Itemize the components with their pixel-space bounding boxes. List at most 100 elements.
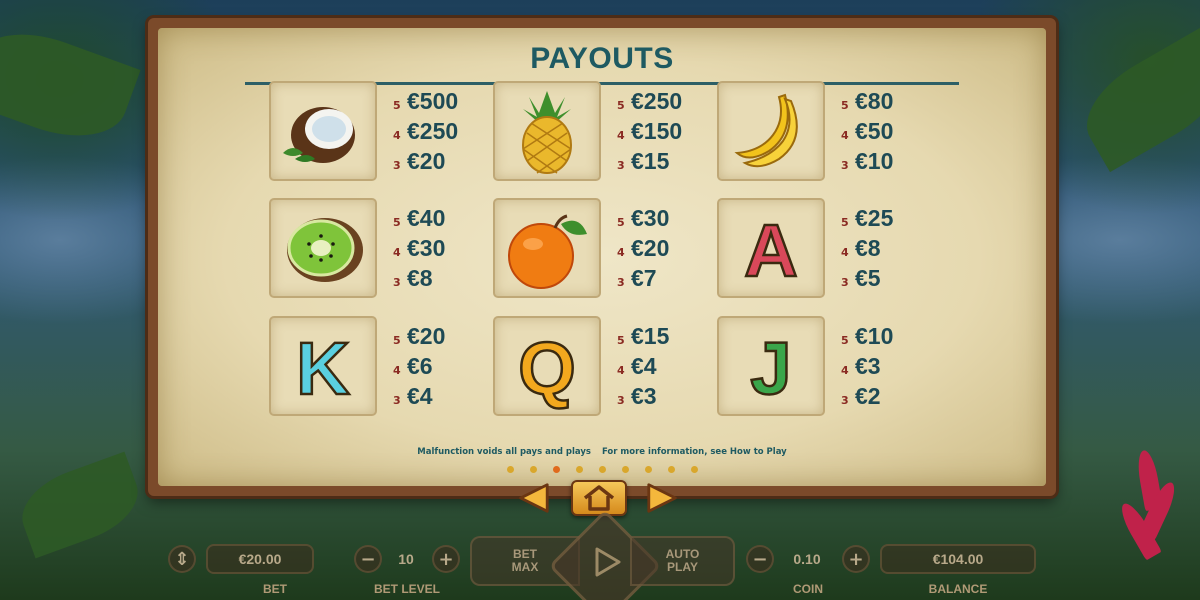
payout-row: 4 €6 — [393, 353, 483, 383]
payout-row: 3 €7 — [617, 265, 707, 295]
match-count: 4 — [393, 129, 401, 142]
match-count: 3 — [617, 276, 625, 289]
match-count: 5 — [617, 334, 625, 347]
page-dot[interactable] — [667, 466, 675, 473]
payout-row: 5 €40 — [393, 205, 483, 235]
malfunction-text: Malfunction voids all pays and plays — [417, 447, 591, 457]
arrow-left-icon — [519, 483, 549, 513]
symbol-tile: K — [271, 318, 375, 414]
coin-label: COIN — [793, 582, 823, 596]
match-count: 3 — [393, 394, 401, 407]
coin-minus-button[interactable]: − — [746, 545, 774, 573]
payout-value: €3 — [855, 353, 881, 379]
home-icon — [583, 485, 615, 511]
home-button[interactable] — [571, 480, 627, 516]
payout-row: 4 €20 — [617, 235, 707, 265]
control-bar: ⇕ €20.00 BET − 10 + BET LEVEL BET MAX AU… — [0, 509, 1200, 600]
match-count: 4 — [393, 246, 401, 259]
payout-row: 5 €25 — [841, 205, 931, 235]
orange-icon — [508, 214, 587, 289]
payout-value: €25 — [855, 205, 894, 231]
auto-play-button[interactable]: AUTO PLAY — [630, 536, 735, 586]
payout-list: 5 €30 4 €20 3 €7 — [617, 205, 707, 295]
payout-value: €20 — [631, 235, 670, 261]
payout-row: 3 €15 — [617, 148, 707, 178]
match-count: 5 — [393, 334, 401, 347]
payout-value: €8 — [855, 235, 881, 261]
page-dot[interactable] — [690, 466, 698, 473]
match-count: 3 — [841, 159, 849, 172]
payout-row: 3 €4 — [393, 383, 483, 413]
payout-row: 5 €15 — [617, 323, 707, 353]
balance-label: BALANCE — [928, 582, 988, 596]
letter-k-icon: K — [295, 326, 351, 412]
match-count: 4 — [841, 246, 849, 259]
payout-value: €500 — [407, 88, 459, 114]
match-count: 4 — [617, 246, 625, 259]
payout-value: €4 — [631, 353, 657, 379]
page-dot[interactable] — [644, 466, 652, 473]
page-indicator — [158, 466, 1046, 473]
payout-row: 5 €500 — [393, 88, 483, 118]
symbol-tile — [495, 83, 599, 179]
payout-value: €15 — [631, 323, 670, 349]
page-dot[interactable] — [529, 466, 537, 473]
match-count: 5 — [841, 99, 849, 112]
payout-list: 5 €250 4 €150 3 €15 — [617, 88, 707, 178]
bet-level-label: BET LEVEL — [373, 582, 440, 596]
page-title: PAYOUTS — [530, 42, 674, 75]
payout-value: €20 — [407, 323, 446, 349]
payout-row: 4 €4 — [617, 353, 707, 383]
page-dot[interactable] — [621, 466, 629, 473]
symbol-tile: A — [719, 200, 823, 296]
bet-level-display: 10 — [398, 551, 414, 567]
page-dot[interactable] — [552, 466, 560, 473]
page-dot[interactable] — [575, 466, 583, 473]
payout-row: 4 €30 — [393, 235, 483, 265]
balance-display: €104.00 — [880, 544, 1036, 574]
payout-row: 5 €80 — [841, 88, 931, 118]
payout-row: 4 €250 — [393, 118, 483, 148]
banana-icon — [734, 93, 798, 168]
payout-list: 5 €20 4 €6 3 €4 — [393, 323, 483, 413]
match-count: 4 — [393, 364, 401, 377]
prev-page-button[interactable] — [515, 480, 551, 516]
match-count: 3 — [393, 159, 401, 172]
payout-value: €150 — [631, 118, 683, 144]
svg-text:Q: Q — [518, 327, 576, 410]
payout-value: €50 — [855, 118, 894, 144]
bet-level-plus-button[interactable]: + — [432, 545, 460, 573]
payout-row: 5 €10 — [841, 323, 931, 353]
play-icon — [595, 547, 621, 577]
svg-text:K: K — [296, 327, 349, 410]
payout-value: €40 — [407, 205, 446, 231]
payout-value: €7 — [631, 265, 657, 291]
svg-text:A: A — [744, 209, 797, 292]
payout-list: 5 €80 4 €50 3 €10 — [841, 88, 931, 178]
next-page-button[interactable] — [645, 480, 681, 516]
payout-value: €8 — [407, 265, 433, 291]
page-dot[interactable] — [506, 466, 514, 473]
more-info-text: For more information, see How to Play — [601, 447, 787, 457]
payout-value: €2 — [855, 383, 881, 409]
payout-value: €10 — [855, 148, 894, 174]
match-count: 3 — [617, 159, 625, 172]
match-count: 4 — [617, 129, 625, 142]
payout-row: 5 €250 — [617, 88, 707, 118]
bet-display: €20.00 — [206, 544, 314, 574]
payout-value: €80 — [855, 88, 894, 114]
match-count: 3 — [617, 394, 625, 407]
payout-value: €250 — [631, 88, 683, 114]
page-dot[interactable] — [598, 466, 606, 473]
match-count: 5 — [617, 216, 625, 229]
parchment: PAYOUTS 5 €500 4 €250 3 €20 5 €250 4 €150 3 €15 5 €80… — [158, 28, 1046, 486]
match-count: 5 — [841, 334, 849, 347]
payout-row: 5 €30 — [617, 205, 707, 235]
payout-row: 3 €3 — [617, 383, 707, 413]
symbol-tile — [271, 200, 375, 296]
payout-row: 4 €150 — [617, 118, 707, 148]
coin-plus-button[interactable]: + — [842, 545, 870, 573]
bet-level-minus-button[interactable]: − — [354, 545, 382, 573]
bet-adjust-icon[interactable]: ⇕ — [168, 545, 196, 573]
payout-row: 3 €20 — [393, 148, 483, 178]
